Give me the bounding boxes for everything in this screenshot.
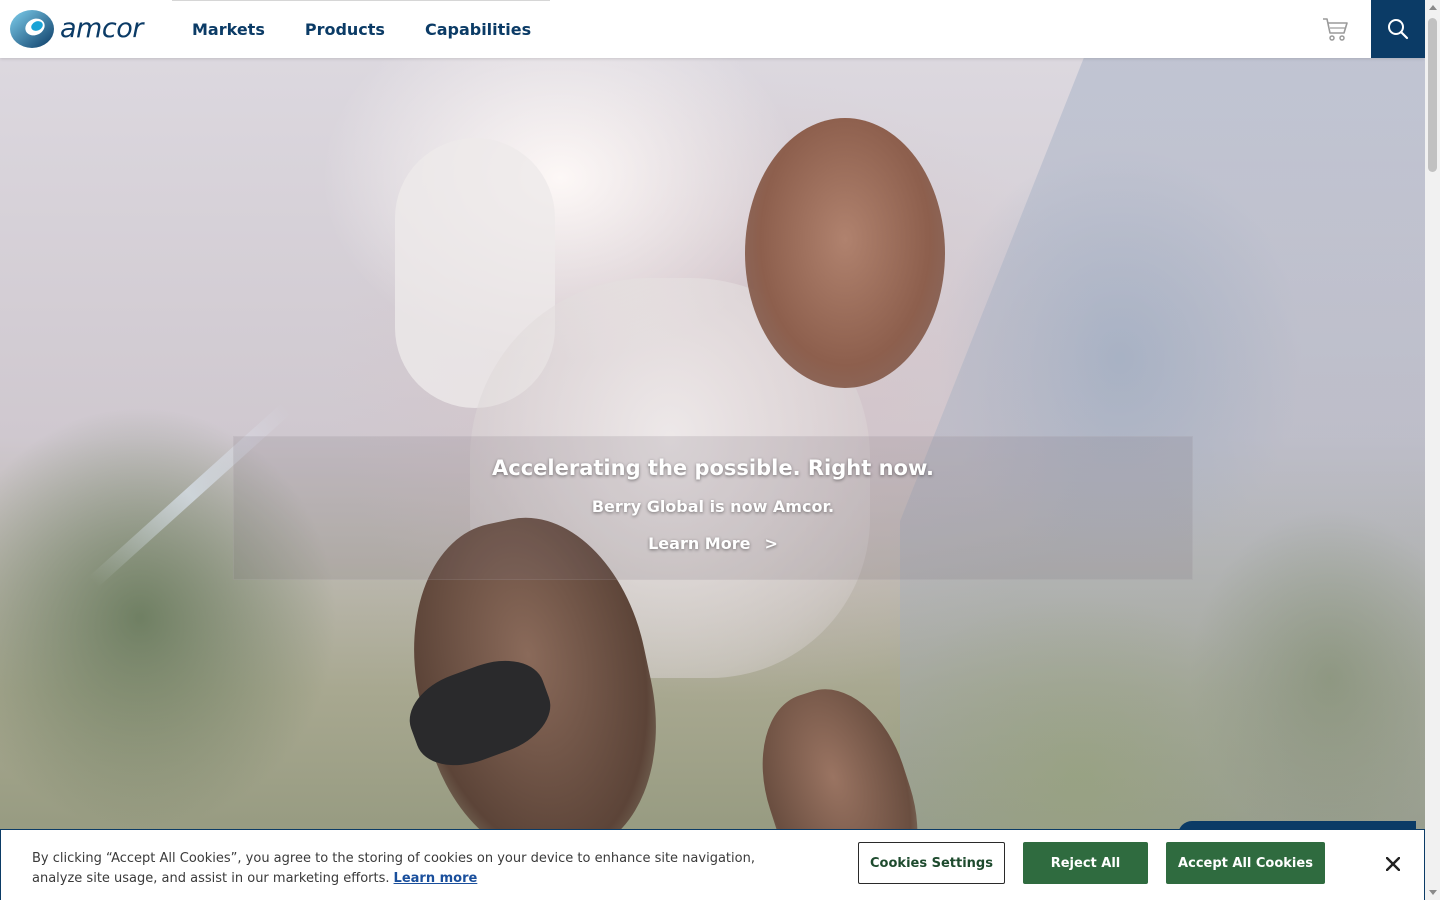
learn-more-label: Learn More	[648, 534, 751, 553]
chevron-right-icon: >	[764, 534, 778, 553]
page-scrollbar[interactable]	[1425, 0, 1440, 900]
search-icon	[1388, 19, 1409, 40]
close-icon[interactable]	[1381, 852, 1405, 876]
nav-item-capabilities[interactable]: Capabilities	[425, 20, 531, 39]
scrollbar-thumb[interactable]	[1428, 18, 1437, 172]
nav-item-products[interactable]: Products	[305, 20, 385, 39]
hero-banner: Accelerating the possible. Right now. Be…	[0, 58, 1425, 900]
learn-more-link[interactable]: Learn More >	[648, 534, 778, 553]
amcor-logo[interactable]: amcor	[8, 7, 148, 51]
hero-image-child-head	[745, 118, 945, 388]
main-nav: Markets Products Capabilities	[192, 0, 571, 58]
amcor-logo-mark-icon	[10, 10, 54, 48]
cart-icon[interactable]	[1320, 14, 1350, 44]
cookie-learn-more-link[interactable]: Learn more	[394, 871, 478, 886]
search-button[interactable]	[1371, 0, 1425, 58]
cookie-message: By clicking “Accept All Cookies”, you ag…	[32, 849, 792, 889]
logo-text: amcor	[60, 12, 143, 44]
cookie-banner: By clicking “Accept All Cookies”, you ag…	[0, 829, 1425, 900]
accept-all-cookies-button[interactable]: Accept All Cookies	[1166, 842, 1325, 884]
hero-title: Accelerating the possible. Right now.	[492, 456, 934, 480]
hero-subtitle: Berry Global is now Amcor.	[591, 497, 835, 516]
hero-text-box: Accelerating the possible. Right now. Be…	[233, 436, 1193, 580]
scroll-up-arrow-icon[interactable]	[1429, 5, 1437, 10]
cookies-settings-button[interactable]: Cookies Settings	[858, 842, 1005, 884]
site-header: amcor Markets Products Capabilities	[0, 0, 1425, 58]
reject-all-button[interactable]: Reject All	[1023, 842, 1148, 884]
scroll-down-arrow-icon[interactable]	[1429, 890, 1437, 895]
nav-item-markets[interactable]: Markets	[192, 20, 265, 39]
